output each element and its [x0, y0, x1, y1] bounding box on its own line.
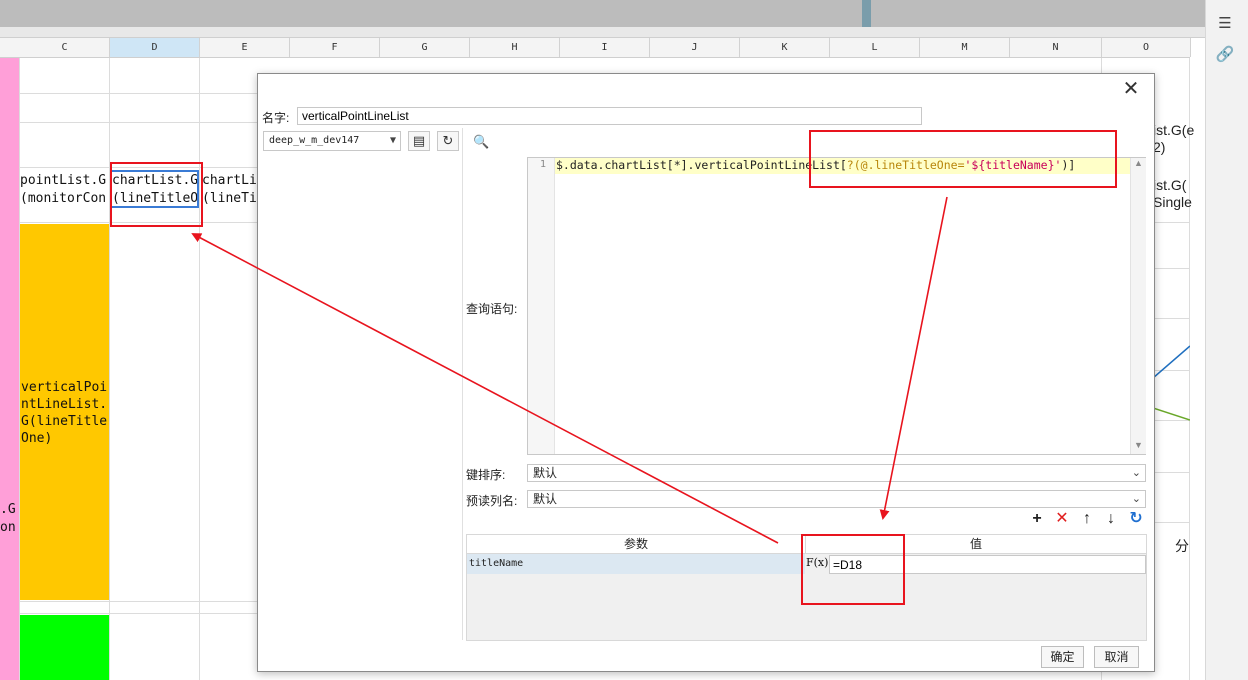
green-cell-c[interactable]	[20, 615, 109, 680]
column-header-k[interactable]: K	[740, 38, 830, 57]
right-side-panel	[1205, 0, 1248, 680]
peek-cell-line1: ist.G(e	[1153, 122, 1195, 138]
column-header-j[interactable]: J	[650, 38, 740, 57]
peek-chart-lines	[1153, 345, 1190, 421]
grid-line	[1153, 522, 1190, 523]
scroll-up-icon[interactable]: ▲	[1131, 158, 1146, 168]
cell-c-line2[interactable]: (monitorCon	[20, 191, 109, 206]
pink-column-cells[interactable]	[0, 58, 19, 680]
column-header-l[interactable]: L	[830, 38, 920, 57]
name-input[interactable]	[297, 107, 922, 125]
sort-select-value: 默认	[533, 466, 558, 480]
sort-select[interactable]: 默认 ⌄	[527, 464, 1146, 482]
editor-gutter	[528, 158, 555, 454]
preread-select-value: 默认	[533, 492, 558, 506]
grid-line	[20, 122, 257, 123]
column-header-m[interactable]: M	[920, 38, 1010, 57]
move-down-icon[interactable]: ↓	[1102, 510, 1120, 528]
grid-line	[1153, 268, 1190, 269]
peek-cell-fen: 分	[1175, 538, 1189, 554]
datasource-select-value: deep_w_m_dev147	[269, 135, 360, 146]
line-number: 1	[539, 159, 546, 170]
delete-param-icon[interactable]: ✕	[1053, 510, 1071, 528]
column-header-h[interactable]: H	[470, 38, 560, 57]
column-header-o[interactable]: O	[1102, 38, 1191, 57]
chevron-down-icon: ▼	[389, 135, 396, 146]
hyperlink-icon[interactable]: 🔗	[1215, 45, 1235, 65]
params-header-name: 参数	[467, 535, 806, 554]
column-header-g[interactable]: G	[380, 38, 470, 57]
preview-icon[interactable]: 🔍	[473, 134, 489, 150]
grid-line	[20, 613, 257, 614]
grid-line	[109, 58, 110, 680]
edit-datasource-button[interactable]: ▤	[408, 131, 430, 151]
move-up-icon[interactable]: ↑	[1078, 510, 1096, 528]
editor-scrollbar[interactable]: ▲	[1130, 158, 1146, 454]
column-header-c[interactable]: C	[20, 38, 110, 57]
cell-b-line1: .G	[0, 502, 16, 517]
annotation-box-value	[801, 534, 905, 605]
cell-b-line2: on	[0, 520, 16, 535]
chevron-down-icon: ⌄	[1131, 467, 1141, 479]
toolbar-strip	[0, 27, 1205, 38]
column-header-e[interactable]: E	[200, 38, 290, 57]
yellow-cell-line4: One)	[21, 431, 53, 446]
datasource-tree-panel[interactable]	[262, 128, 463, 640]
query-label: 查询语句:	[466, 302, 518, 316]
param-name-cell[interactable]: titleName	[467, 554, 805, 574]
toolbar-marker	[862, 0, 871, 27]
peek-chart-green-line	[1153, 407, 1190, 421]
cell-c-line1[interactable]: pointList.G	[20, 173, 109, 188]
peek-cell-line3: ist.G(	[1153, 177, 1187, 193]
refresh-params-icon[interactable]: ↻	[1127, 510, 1145, 528]
grid-line	[1153, 472, 1190, 473]
cancel-button[interactable]: 取消	[1094, 646, 1139, 668]
cell-e-line1[interactable]: chartLi	[202, 173, 257, 188]
code-part-path: $.data.chartList[*].verticalPointLineLis…	[556, 158, 847, 172]
name-label: 名字:	[262, 111, 290, 125]
ok-button[interactable]: 确定	[1041, 646, 1084, 668]
scroll-down-icon[interactable]: ▼	[1131, 440, 1146, 450]
yellow-cell-c[interactable]	[20, 224, 109, 600]
cell-properties-icon[interactable]: ☰	[1215, 14, 1235, 34]
grid-line	[1153, 222, 1190, 223]
peek-cell-line4: Single	[1153, 194, 1192, 210]
grid-line	[20, 601, 257, 602]
sort-label: 键排序:	[466, 468, 506, 482]
preread-label: 预读列名:	[466, 494, 518, 508]
column-header-d[interactable]: D	[110, 38, 200, 57]
chevron-down-icon: ⌄	[1131, 493, 1141, 505]
column-header-n[interactable]: N	[1010, 38, 1102, 57]
annotation-box-query	[809, 130, 1117, 188]
yellow-cell-line1: verticalPoi	[21, 380, 108, 395]
refresh-icon[interactable]: ↻	[437, 131, 459, 151]
close-icon[interactable]: ✕	[1122, 79, 1140, 99]
yellow-cell-line3: G(lineTitle	[21, 414, 108, 429]
cell-e-line2[interactable]: (lineTi	[202, 191, 257, 206]
annotation-box-cell	[110, 162, 203, 227]
query-editor[interactable]	[527, 157, 1146, 455]
datasource-select[interactable]: deep_w_m_dev147 ▼	[263, 131, 401, 151]
yellow-cell-line2: ntLineList.	[21, 397, 108, 412]
top-toolbar	[0, 0, 1205, 27]
peek-chart-blue-line	[1153, 345, 1190, 379]
grid-line	[199, 58, 200, 680]
column-header-f[interactable]: F	[290, 38, 380, 57]
grid-line	[1153, 318, 1190, 319]
add-param-icon[interactable]: +	[1028, 510, 1046, 528]
preread-select[interactable]: 默认 ⌄	[527, 490, 1146, 508]
column-header-i[interactable]: I	[560, 38, 650, 57]
grid-line	[20, 93, 257, 94]
